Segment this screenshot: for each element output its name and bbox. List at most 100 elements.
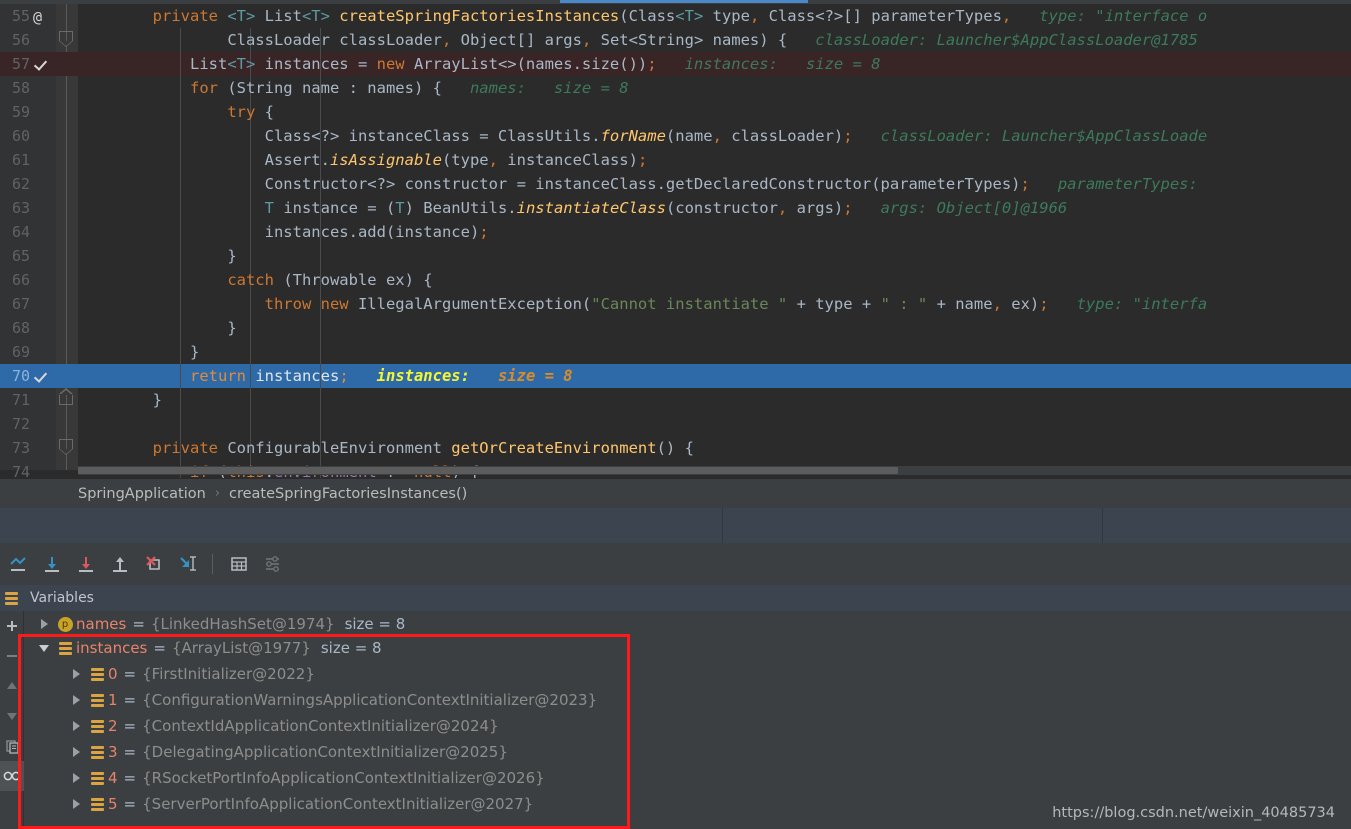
code-line[interactable]: 57 List<T> instances = new ArrayList<>(n…: [0, 52, 1351, 76]
variables-panel-header[interactable]: Variables: [0, 585, 1351, 611]
variable-name: 2: [108, 717, 118, 735]
debug-tab-frames[interactable]: [0, 508, 723, 543]
code-line[interactable]: 72: [0, 412, 1351, 436]
line-number: 60: [11, 127, 30, 145]
fold-empty: [56, 340, 78, 364]
fold-region-end-icon[interactable]: [56, 388, 78, 412]
variable-value: {DelegatingApplicationContextInitializer…: [142, 743, 508, 761]
expand-toggle-right-icon[interactable]: [34, 619, 54, 629]
code-token: ;: [843, 127, 853, 145]
variable-value: {RSocketPortInfoApplicationContextInitia…: [142, 769, 545, 787]
fold-region-start-icon[interactable]: [56, 28, 78, 52]
code-token: Class<?>[]: [768, 7, 872, 25]
copy-value-button[interactable]: [0, 731, 24, 761]
variable-equals: =: [123, 795, 137, 813]
expand-toggle-right-icon[interactable]: [66, 721, 86, 731]
expand-toggle-right-icon[interactable]: [66, 669, 86, 679]
debug-tab-variables[interactable]: [723, 508, 1103, 543]
force-step-into-icon[interactable]: [138, 549, 170, 579]
gutter-empty: [30, 149, 56, 171]
variables-tree[interactable]: p names = {LinkedHashSet@1974} size = 8 insta…: [24, 611, 1351, 829]
expand-toggle-right-icon[interactable]: [66, 747, 86, 757]
code-token: <T>: [301, 7, 340, 25]
settings-icon[interactable]: [257, 549, 289, 579]
breakpoint-icon[interactable]: [30, 365, 56, 387]
code-line[interactable]: 55 @ private <T> List<T> createSpringFact…: [0, 4, 1351, 28]
code-token: ex): [1011, 295, 1040, 313]
move-down-button[interactable]: [0, 701, 24, 731]
debugger-stepping-toolbar[interactable]: [0, 543, 1351, 585]
show-execution-point-icon[interactable]: [2, 549, 34, 579]
code-line[interactable]: 67 throw new IllegalArgumentException("C…: [0, 292, 1351, 316]
code-line[interactable]: 60 Class<?> instanceClass = ClassUtils.f…: [0, 124, 1351, 148]
step-over-icon[interactable]: [36, 549, 68, 579]
variable-row[interactable]: 0 = {FirstInitializer@2022}: [24, 661, 1351, 687]
code-editor[interactable]: 55 @ private <T> List<T> createSpringFact…: [0, 0, 1351, 478]
fold-region-start-icon[interactable]: [56, 436, 78, 460]
expand-toggle-right-icon[interactable]: [66, 695, 86, 705]
variable-row[interactable]: 1 = {ConfigurationWarningsApplicationConte…: [24, 687, 1351, 713]
code-line[interactable]: 58 for (String name : names) { names: si…: [0, 76, 1351, 100]
code-token: forName: [600, 127, 666, 145]
debug-tab-console[interactable]: [1103, 508, 1351, 543]
code-lines[interactable]: 55 @ private <T> List<T> createSpringFact…: [0, 4, 1351, 478]
fold-empty: [56, 148, 78, 172]
code-token: <T>: [227, 7, 265, 25]
watches-toggle-button[interactable]: [0, 761, 24, 791]
variables-list-icon: [0, 591, 22, 605]
run-to-cursor-icon[interactable]: [172, 549, 204, 579]
add-watch-button[interactable]: [0, 611, 24, 641]
variable-row[interactable]: instances = {ArrayList@1977} size = 8: [24, 635, 1351, 661]
breadcrumb-item-class[interactable]: SpringApplication: [78, 486, 206, 502]
move-up-button[interactable]: [0, 671, 24, 701]
code-token: ;: [637, 151, 648, 169]
code-token: names: size = 8: [441, 79, 629, 97]
debug-tool-tab-strip[interactable]: [0, 508, 1351, 543]
code-line[interactable]: 73 private ConfigurableEnvironment getOr…: [0, 436, 1351, 460]
code-line[interactable]: 64 instances.add(instance);: [0, 220, 1351, 244]
expand-toggle-right-icon[interactable]: [66, 773, 86, 783]
variable-row[interactable]: 3 = {DelegatingApplicationContextInitializ…: [24, 739, 1351, 765]
breakpoint-icon[interactable]: [30, 53, 56, 75]
code-line[interactable]: 65 }: [0, 244, 1351, 268]
annotation-marker-icon[interactable]: @: [30, 5, 56, 27]
expand-toggle-down-icon[interactable]: [34, 644, 54, 652]
code-line-text: private ConfigurableEnvironment getOrCre…: [78, 436, 694, 460]
variable-value: {ConfigurationWarningsApplicationContext…: [142, 691, 598, 709]
expand-toggle-right-icon[interactable]: [66, 799, 86, 809]
step-out-icon[interactable]: [104, 549, 136, 579]
code-line[interactable]: 59 try {: [0, 100, 1351, 124]
code-line[interactable]: 61 Assert.isAssignable(type, instanceCla…: [0, 148, 1351, 172]
code-line[interactable]: 63 T instance = (T) BeanUtils.instantiat…: [0, 196, 1351, 220]
code-line[interactable]: 71 }: [0, 388, 1351, 412]
watches-sidebar[interactable]: [0, 611, 24, 829]
editor-horizontal-scrollbar[interactable]: [78, 466, 1351, 475]
evaluate-expression-icon[interactable]: [223, 549, 255, 579]
fold-empty: [56, 292, 78, 316]
line-number: 62: [11, 175, 30, 193]
code-line[interactable]: 68 }: [0, 316, 1351, 340]
toolbar-divider: [212, 554, 213, 574]
code-line[interactable]: 69 }: [0, 340, 1351, 364]
line-number: 69: [11, 343, 30, 361]
code-line[interactable]: 66 catch (Throwable ex) {: [0, 268, 1351, 292]
code-token: private: [152, 439, 228, 457]
code-line[interactable]: 70 return instances; instances: size = 8: [0, 364, 1351, 388]
scrollbar-thumb[interactable]: [78, 467, 898, 474]
variable-row[interactable]: p names = {LinkedHashSet@1974} size = 8: [24, 613, 1351, 635]
code-line[interactable]: 62 Constructor<?> constructor = instance…: [0, 172, 1351, 196]
breadcrumb[interactable]: SpringApplication › createSpringFactorie…: [0, 478, 1351, 508]
gutter-empty: [30, 317, 56, 339]
variable-row[interactable]: 2 = {ContextIdApplicationContextInitialize…: [24, 713, 1351, 739]
variable-row[interactable]: 4 = {RSocketPortInfoApplicationContextInit…: [24, 765, 1351, 791]
remove-watch-button[interactable]: [0, 641, 24, 671]
step-into-icon[interactable]: [70, 549, 102, 579]
line-number: 61: [11, 151, 30, 169]
code-line[interactable]: 56 ClassLoader classLoader, Object[] arg…: [0, 28, 1351, 52]
breadcrumb-item-method[interactable]: createSpringFactoriesInstances(): [229, 486, 467, 502]
code-token: ;: [647, 55, 657, 73]
variables-panel[interactable]: p names = {LinkedHashSet@1974} size = 8 insta…: [0, 611, 1351, 829]
variable-equals: =: [132, 615, 145, 633]
indent-guide: [320, 100, 321, 124]
